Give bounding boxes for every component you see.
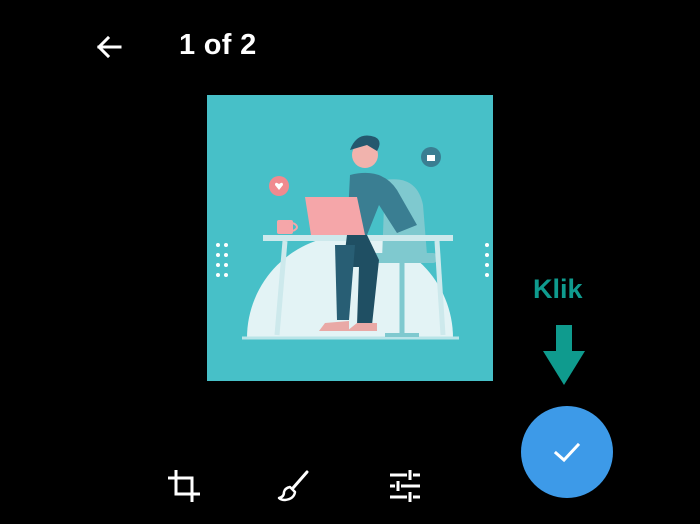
adjust-button[interactable] xyxy=(385,466,425,506)
sliders-icon xyxy=(390,470,420,502)
back-button[interactable] xyxy=(92,30,126,64)
image-counter: 1 of 2 xyxy=(179,29,257,61)
crop-button[interactable] xyxy=(164,466,204,506)
check-icon xyxy=(553,442,581,463)
person-at-laptop-illustration xyxy=(207,95,493,381)
arrow-down-icon xyxy=(543,325,585,385)
draw-button[interactable] xyxy=(274,466,314,506)
image-preview xyxy=(207,95,493,381)
annotation-arrow xyxy=(543,325,585,390)
confirm-button[interactable] xyxy=(521,406,613,498)
arrow-left-icon xyxy=(96,35,122,59)
brush-icon xyxy=(277,470,309,502)
annotation-label: Klik xyxy=(533,274,583,304)
crop-icon xyxy=(168,470,200,502)
